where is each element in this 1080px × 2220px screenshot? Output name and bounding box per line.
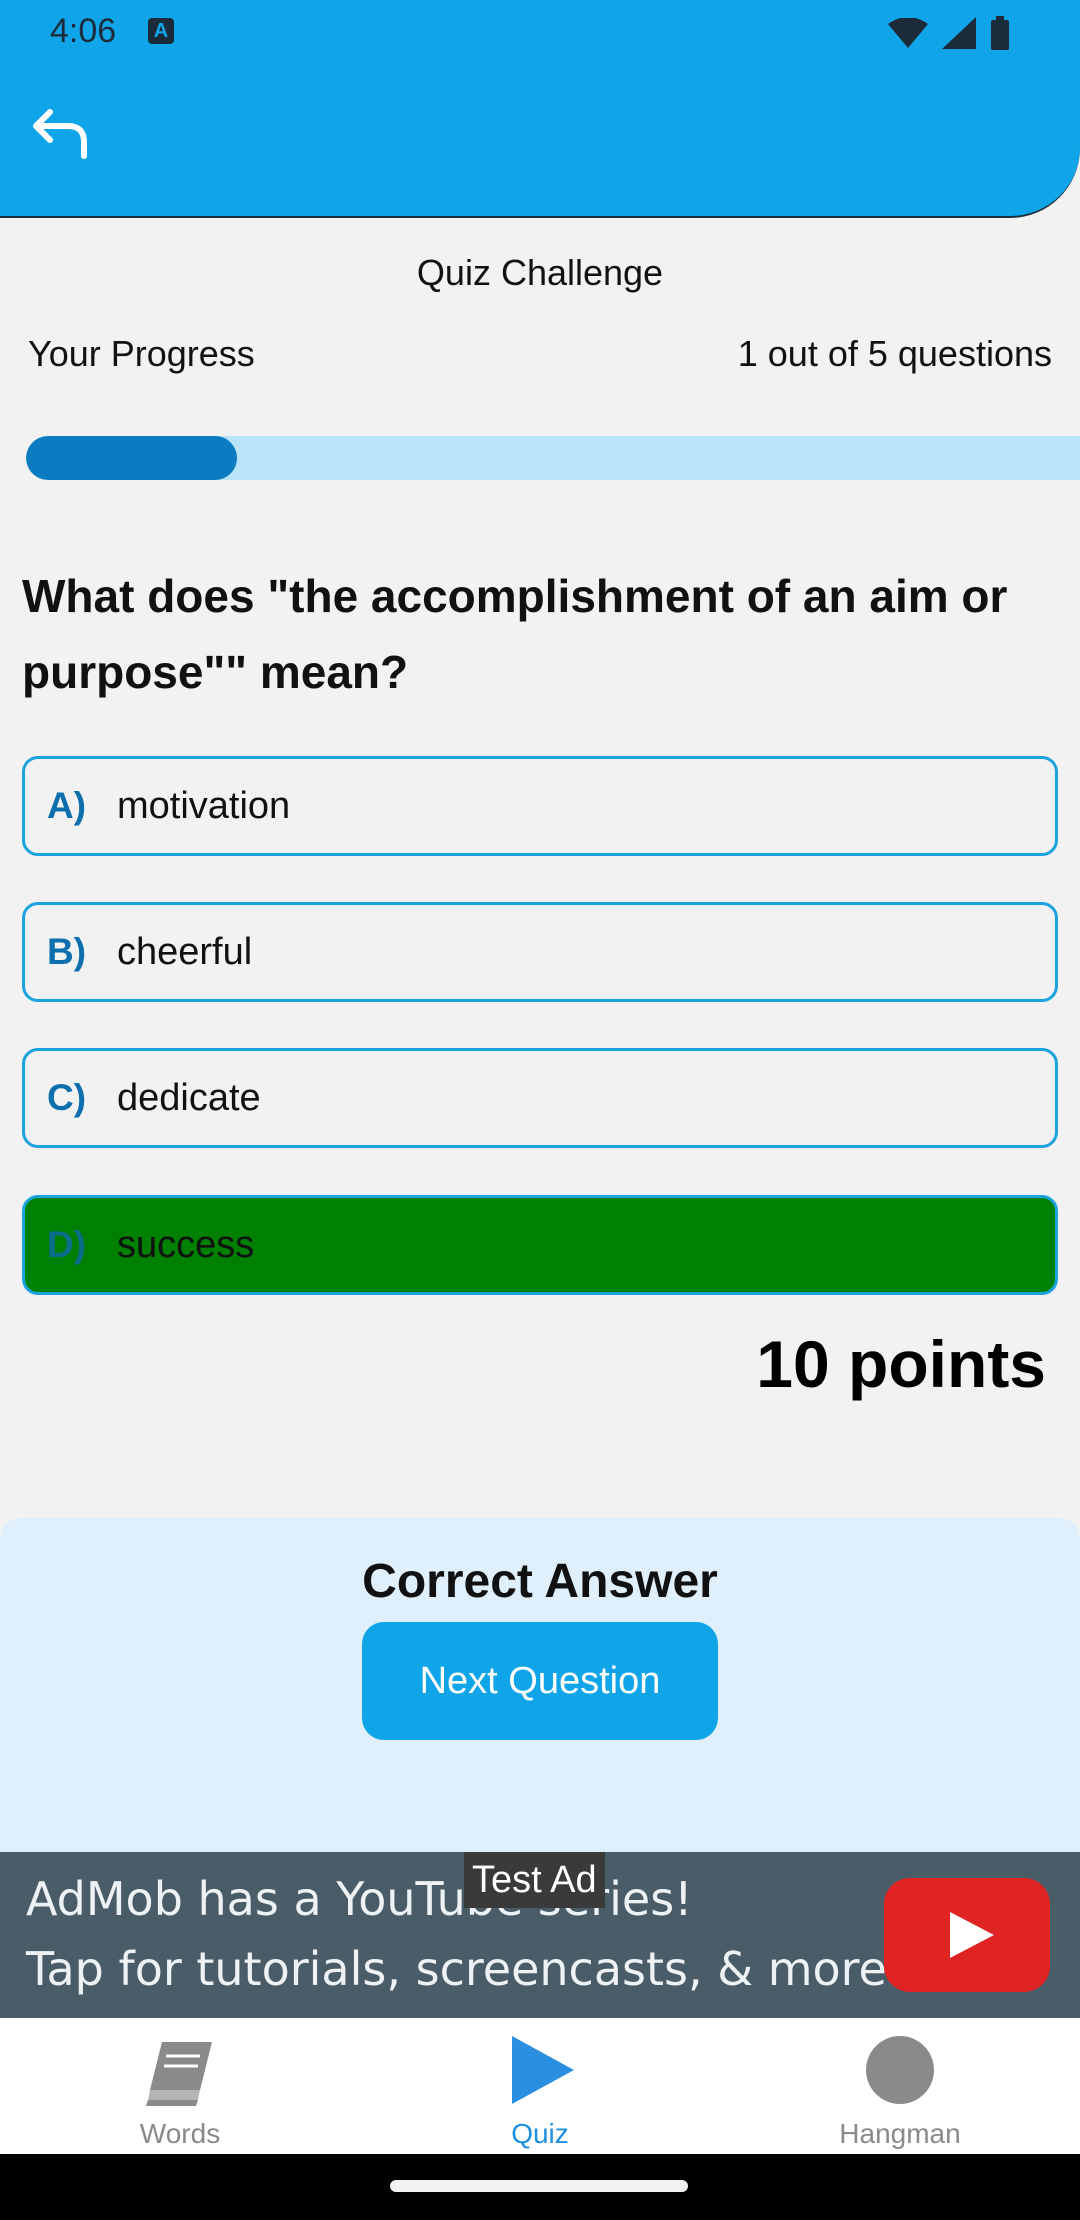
bottom-navigation: Words Quiz Hangman (0, 2018, 1080, 2154)
question-text: What does "the accomplishment of an aim … (22, 570, 1008, 698)
points-label: 10 points (756, 1327, 1046, 1401)
option-text: success (117, 1223, 255, 1266)
nav-label-words: Words (139, 2118, 221, 2149)
home-gesture-handle[interactable] (390, 2180, 688, 2192)
play-icon (512, 2036, 574, 2104)
ad-banner[interactable]: AdMob has a YouTube series! Tap for tuto… (0, 1852, 1080, 2018)
signal-icon (942, 17, 976, 49)
option-text: motivation (117, 784, 291, 827)
app-bar: 4:06 A (0, 0, 1080, 218)
wifi-icon (888, 18, 928, 48)
option-d[interactable]: D) success (22, 1195, 1058, 1295)
next-question-button[interactable]: Next Question (362, 1622, 718, 1740)
book-icon (146, 2042, 212, 2106)
result-text: Correct Answer (362, 1555, 718, 1608)
option-text: cheerful (117, 930, 253, 973)
nav-item-quiz[interactable]: Quiz (360, 2018, 720, 2154)
nav-item-hangman[interactable]: Hangman (720, 2018, 1080, 2154)
option-text: dedicate (117, 1076, 261, 1119)
option-letter: B) (47, 931, 87, 972)
result-panel: Correct Answer Next Question (0, 1518, 1080, 1852)
test-ad-badge: Test Ad (464, 1852, 605, 1908)
circle-icon (866, 2036, 934, 2104)
battery-icon (991, 16, 1009, 50)
progress-bar (26, 436, 1080, 480)
option-c[interactable]: C) dedicate (22, 1048, 1058, 1148)
status-time: 4:06 (50, 12, 117, 50)
option-a[interactable]: A) motivation (22, 756, 1058, 856)
quiz-title: Quiz Challenge (416, 252, 664, 293)
option-letter: A) (47, 785, 87, 826)
back-arrow-icon[interactable] (28, 100, 94, 166)
option-letter: D) (47, 1224, 87, 1265)
nav-item-words[interactable]: Words (0, 2018, 360, 2154)
status-bar: 4:06 A (0, 0, 1080, 66)
nav-label-quiz: Quiz (511, 2118, 569, 2149)
status-icons (888, 16, 1010, 50)
a-icon: A (148, 18, 174, 44)
system-nav-bar (0, 2154, 1080, 2220)
progress-count: 1 out of 5 questions (737, 333, 1052, 374)
progress-fill (26, 436, 237, 480)
youtube-play-icon (884, 1878, 1050, 1992)
progress-label: Your Progress (28, 333, 255, 374)
option-letter: C) (47, 1077, 87, 1118)
option-b[interactable]: B) cheerful (22, 902, 1058, 1002)
nav-label-hangman: Hangman (839, 2118, 961, 2149)
ad-line-2: Tap for tutorials, screencasts, & more. (26, 1942, 902, 1996)
